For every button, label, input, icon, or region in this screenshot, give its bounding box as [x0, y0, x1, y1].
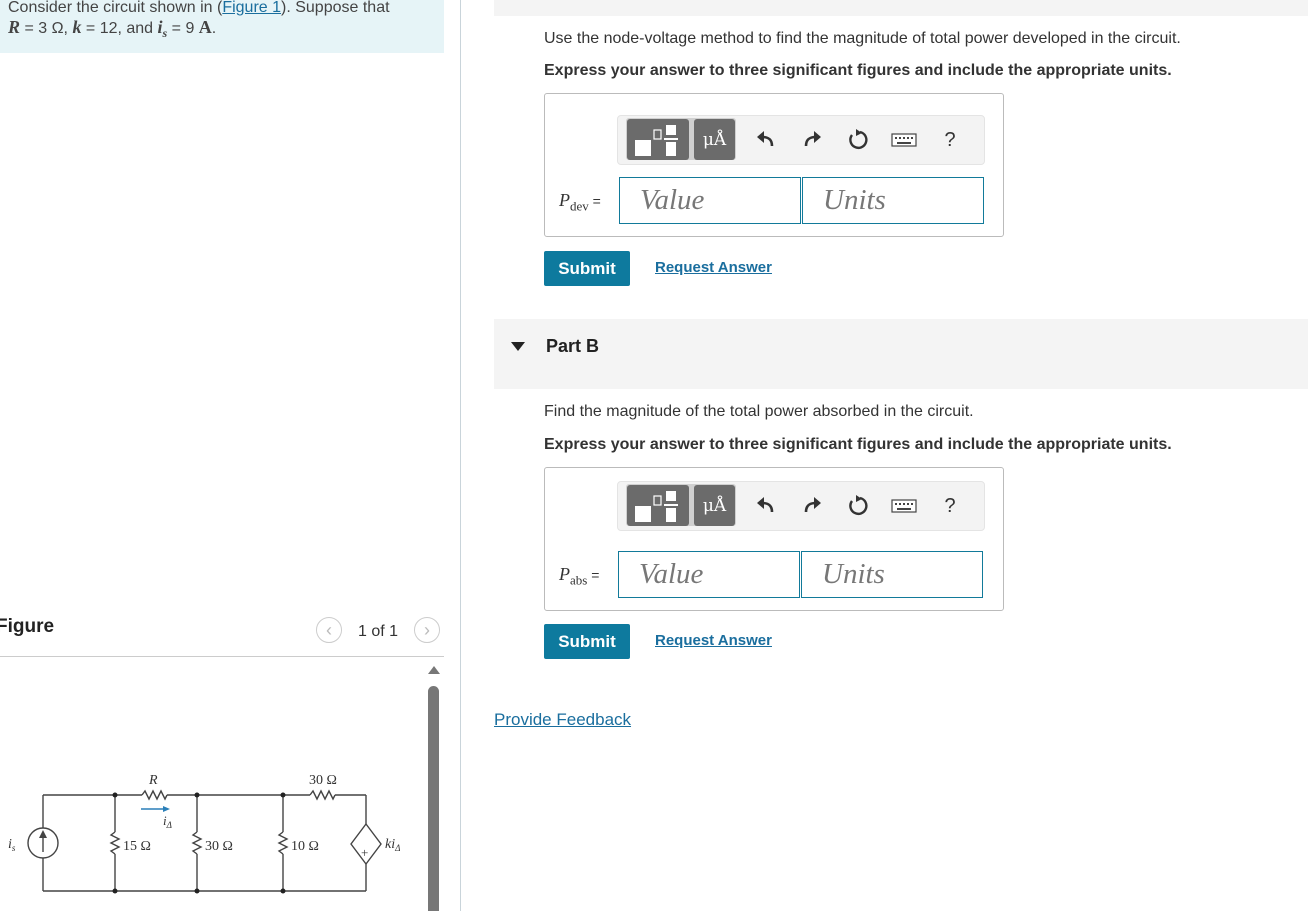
label-equals: = [588, 193, 601, 209]
k-value: = 12, and [81, 20, 158, 37]
chevron-left-icon: ‹ [326, 619, 332, 640]
redo-icon [804, 131, 821, 147]
part-a-request-answer-link[interactable]: Request Answer [655, 259, 772, 276]
units-icon: μÅ [702, 129, 727, 150]
reset-button[interactable] [845, 127, 871, 153]
left-pane: Consider the circuit shown in (Figure 1)… [0, 0, 460, 911]
undo-button[interactable] [753, 493, 779, 519]
figure-title: Figure [0, 616, 55, 637]
label-is-sub: s [12, 843, 16, 853]
figure-prev-button[interactable]: ‹ [316, 617, 342, 643]
reset-icon [849, 495, 868, 516]
label-kia-sub: Δ [394, 843, 400, 853]
label-15: 15 Ω [123, 839, 151, 854]
part-b-instruction: Find the magnitude of the total power ab… [544, 403, 974, 420]
part-b-answer-box: μÅ ? Pabs = Value Units [544, 467, 1004, 611]
label-subscript: abs [570, 572, 588, 588]
templates-icon [635, 125, 678, 156]
part-a-label: Pdev = [559, 190, 601, 215]
part-b-title: Part B [546, 336, 600, 356]
label-plus: + [361, 845, 368, 860]
intro-text: Consider the circuit shown in ( [8, 0, 223, 16]
circuit-diagram: R 30 Ω iΔ is 15 Ω 30 Ω 10 Ω kiΔ + [8, 773, 400, 894]
figure-divider [0, 656, 444, 657]
redo-icon [804, 497, 821, 513]
problem-intro: Consider the circuit shown in (Figure 1)… [0, 0, 444, 53]
units-icon: μÅ [702, 495, 727, 516]
label-ia-sub: Δ [166, 820, 172, 830]
help-button[interactable]: ? [937, 493, 963, 519]
templates-button[interactable] [627, 119, 689, 160]
part-a-units-input[interactable]: Units [802, 177, 984, 224]
amp-unit: A [198, 17, 212, 37]
is-value: = 9 [167, 20, 199, 37]
part-b-submit-button[interactable]: Submit [544, 624, 630, 659]
part-b-request-answer-link[interactable]: Request Answer [655, 632, 772, 649]
label-r: R [148, 773, 158, 788]
chevron-right-icon: › [424, 619, 430, 640]
svg-text:is: is [8, 837, 16, 853]
reset-icon [849, 129, 868, 150]
r-symbol: R [8, 17, 21, 37]
r-value: = 3 Ω, [20, 20, 73, 37]
part-b-header[interactable]: Part B [494, 319, 1308, 389]
undo-button[interactable] [753, 127, 779, 153]
intro-text-post: ). Suppose that [281, 0, 390, 16]
period: . [211, 20, 217, 37]
part-b-format: Express your answer to three significant… [544, 436, 1172, 453]
label-10: 10 Ω [291, 839, 319, 854]
collapse-triangle-icon[interactable] [511, 342, 525, 351]
keyboard-button[interactable] [891, 493, 917, 519]
problem-line-1: Consider the circuit shown in (Figure 1)… [8, 0, 390, 17]
label-30: 30 Ω [205, 839, 233, 854]
redo-button[interactable] [799, 127, 825, 153]
part-a-header [494, 0, 1308, 16]
part-a-value-input[interactable]: Value [619, 177, 801, 224]
label-subscript: dev [570, 198, 589, 214]
part-a-toolbar: μÅ ? [617, 115, 985, 165]
templates-icon [635, 491, 678, 522]
units-button[interactable]: μÅ [694, 485, 735, 526]
undo-icon [757, 131, 774, 147]
figure-link[interactable]: Figure 1 [222, 0, 281, 16]
units-button[interactable]: μÅ [694, 119, 735, 160]
keyboard-button[interactable] [891, 127, 917, 153]
right-pane: Use the node-voltage method to find the … [461, 0, 1308, 911]
label-symbol: P [559, 564, 570, 584]
keyboard-icon [891, 499, 917, 513]
label-30-top: 30 Ω [309, 773, 337, 788]
label-symbol: P [559, 190, 570, 210]
part-a-submit-button[interactable]: Submit [544, 251, 630, 286]
templates-button[interactable] [627, 485, 689, 526]
part-b-label: Pabs = [559, 564, 599, 589]
keyboard-icon [891, 133, 917, 147]
figure-next-button[interactable]: › [414, 617, 440, 643]
part-a-format: Express your answer to three significant… [544, 62, 1172, 79]
undo-icon [757, 497, 774, 513]
provide-feedback-link[interactable]: Provide Feedback [494, 710, 631, 730]
help-icon: ? [944, 128, 956, 151]
label-equals: = [587, 567, 600, 583]
help-button[interactable]: ? [937, 127, 963, 153]
part-b-value-input[interactable]: Value [618, 551, 800, 598]
svg-text:iΔ: iΔ [163, 813, 172, 830]
figure-scrollbar[interactable] [428, 686, 439, 911]
label-kia: ki [385, 837, 395, 852]
part-a-instruction: Use the node-voltage method to find the … [544, 30, 1181, 47]
part-b-units-input[interactable]: Units [801, 551, 983, 598]
scroll-up-icon[interactable] [428, 666, 440, 674]
redo-button[interactable] [799, 493, 825, 519]
problem-line-2: R = 3 Ω, k = 12, and is = 9 A. [8, 17, 216, 41]
svg-text:kiΔ: kiΔ [385, 837, 400, 853]
part-a-answer-box: μÅ ? Pdev = Value Units [544, 93, 1004, 237]
reset-button[interactable] [845, 493, 871, 519]
part-b-toolbar: μÅ ? [617, 481, 985, 531]
figure-pager: 1 of 1 [358, 623, 399, 640]
help-icon: ? [944, 494, 956, 517]
